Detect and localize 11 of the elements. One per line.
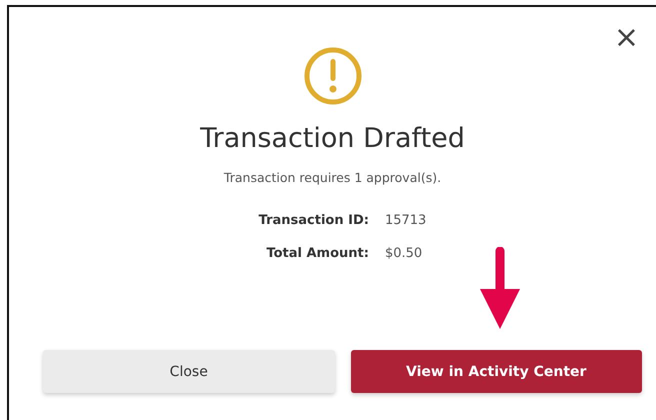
warning-icon (302, 46, 362, 106)
dialog-message: Transaction requires 1 approval(s). (224, 170, 442, 185)
detail-label: Total Amount: (265, 246, 369, 261)
down-arrow-icon (478, 247, 522, 329)
dialog-title: Transaction Drafted (200, 122, 465, 156)
close-dialog-button[interactable]: Close (43, 350, 334, 393)
detail-value: $0.50 (384, 246, 424, 261)
detail-value: 15713 (384, 213, 426, 228)
close-button[interactable]: × (614, 23, 639, 53)
detail-label: Transaction ID: (258, 213, 369, 228)
primary-button[interactable]: View in Activity Center (350, 350, 642, 393)
